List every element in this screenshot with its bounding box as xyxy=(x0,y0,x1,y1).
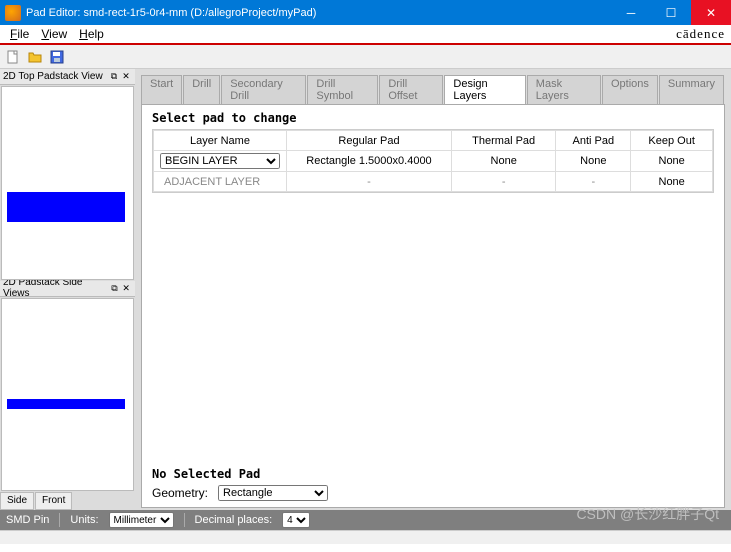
tab-drill[interactable]: Drill xyxy=(183,75,220,104)
geometry-label: Geometry: xyxy=(152,486,208,500)
select-pad-title: Select pad to change xyxy=(152,111,714,125)
undock-icon[interactable]: ⧉ xyxy=(108,71,120,82)
table-row[interactable]: ADJACENT LAYER - - - None xyxy=(154,172,713,192)
undock-icon[interactable]: ⧉ xyxy=(109,283,121,294)
side-view-title: 2D Padstack Side Views xyxy=(3,277,109,299)
layer-table: Layer Name Regular Pad Thermal Pad Anti … xyxy=(152,129,714,193)
workspace: 2D Top Padstack View ⧉ ✕ 2D Padstack Sid… xyxy=(0,69,731,510)
decimal-select[interactable]: 4 xyxy=(282,512,310,528)
minimize-button[interactable]: ─ xyxy=(611,0,651,25)
col-anti-pad: Anti Pad xyxy=(556,131,631,151)
side-view-canvas[interactable] xyxy=(1,298,134,492)
tab-summary[interactable]: Summary xyxy=(659,75,724,104)
layer-select[interactable]: BEGIN LAYER xyxy=(160,153,280,169)
cell-layer: ADJACENT LAYER xyxy=(154,172,287,192)
close-button[interactable]: ✕ xyxy=(691,0,731,25)
tab-content: Select pad to change Layer Name Regular … xyxy=(141,104,725,508)
menu-file[interactable]: File xyxy=(4,27,35,41)
tab-drill-symbol[interactable]: Drill Symbol xyxy=(307,75,378,104)
brand-label: cādence xyxy=(676,26,731,42)
mode-label: SMD Pin xyxy=(6,514,49,526)
geometry-select[interactable]: Rectangle xyxy=(218,485,328,501)
cell-keepout[interactable]: None xyxy=(631,151,713,172)
tab-front[interactable]: Front xyxy=(35,492,72,510)
units-select[interactable]: Millimeter xyxy=(109,512,174,528)
menu-bar: File View Help cādence xyxy=(0,25,731,45)
cell-regular[interactable]: Rectangle 1.5000x0.4000 xyxy=(287,151,452,172)
tab-bar: Start Drill Secondary Drill Drill Symbol… xyxy=(141,75,725,104)
tab-drill-offset[interactable]: Drill Offset xyxy=(379,75,443,104)
cell-anti[interactable]: None xyxy=(556,151,631,172)
status-bar: SMD Pin Units: Millimeter Decimal places… xyxy=(0,510,731,530)
side-view-header: 2D Padstack Side Views ⧉ ✕ xyxy=(0,281,135,297)
footer-bar xyxy=(0,530,731,544)
tab-mask-layers[interactable]: Mask Layers xyxy=(527,75,601,104)
window-title: Pad Editor: smd-rect-1r5-0r4-mm (D:/alle… xyxy=(26,7,611,19)
close-pane-icon[interactable]: ✕ xyxy=(120,283,132,294)
cell-anti[interactable]: - xyxy=(556,172,631,192)
no-selected-title: No Selected Pad xyxy=(152,467,714,481)
title-bar: Pad Editor: smd-rect-1r5-0r4-mm (D:/alle… xyxy=(0,0,731,25)
units-label: Units: xyxy=(70,514,98,526)
app-icon xyxy=(5,5,21,21)
cell-thermal[interactable]: - xyxy=(452,172,556,192)
cell-keepout[interactable]: None xyxy=(631,172,713,192)
main-area: Start Drill Secondary Drill Drill Symbol… xyxy=(135,69,731,510)
col-layer-name: Layer Name xyxy=(154,131,287,151)
toolbar xyxy=(0,45,731,69)
table-row[interactable]: BEGIN LAYER Rectangle 1.5000x0.4000 None… xyxy=(154,151,713,172)
decimal-label: Decimal places: xyxy=(195,514,273,526)
col-thermal-pad: Thermal Pad xyxy=(452,131,556,151)
new-file-button[interactable] xyxy=(3,47,23,67)
col-keep-out: Keep Out xyxy=(631,131,713,151)
cell-regular[interactable]: - xyxy=(287,172,452,192)
tab-options[interactable]: Options xyxy=(602,75,658,104)
tab-side[interactable]: Side xyxy=(0,492,34,510)
open-file-button[interactable] xyxy=(25,47,45,67)
maximize-button[interactable]: ☐ xyxy=(651,0,691,25)
pad-shape-side xyxy=(7,399,125,409)
table-header-row: Layer Name Regular Pad Thermal Pad Anti … xyxy=(154,131,713,151)
pad-shape-top xyxy=(7,192,125,222)
menu-view[interactable]: View xyxy=(35,27,73,41)
top-view-canvas[interactable] xyxy=(1,86,134,280)
tab-design-layers[interactable]: Design Layers xyxy=(444,75,525,104)
close-pane-icon[interactable]: ✕ xyxy=(120,71,132,82)
save-file-button[interactable] xyxy=(47,47,67,67)
top-view-title: 2D Top Padstack View xyxy=(3,71,103,82)
tab-start[interactable]: Start xyxy=(141,75,182,104)
col-regular-pad: Regular Pad xyxy=(287,131,452,151)
cell-thermal[interactable]: None xyxy=(452,151,556,172)
side-panel: 2D Top Padstack View ⧉ ✕ 2D Padstack Sid… xyxy=(0,69,135,510)
side-view-tabs: Side Front xyxy=(0,492,135,510)
top-view-header: 2D Top Padstack View ⧉ ✕ xyxy=(0,69,135,85)
tab-secondary-drill[interactable]: Secondary Drill xyxy=(221,75,306,104)
menu-help[interactable]: Help xyxy=(73,27,110,41)
